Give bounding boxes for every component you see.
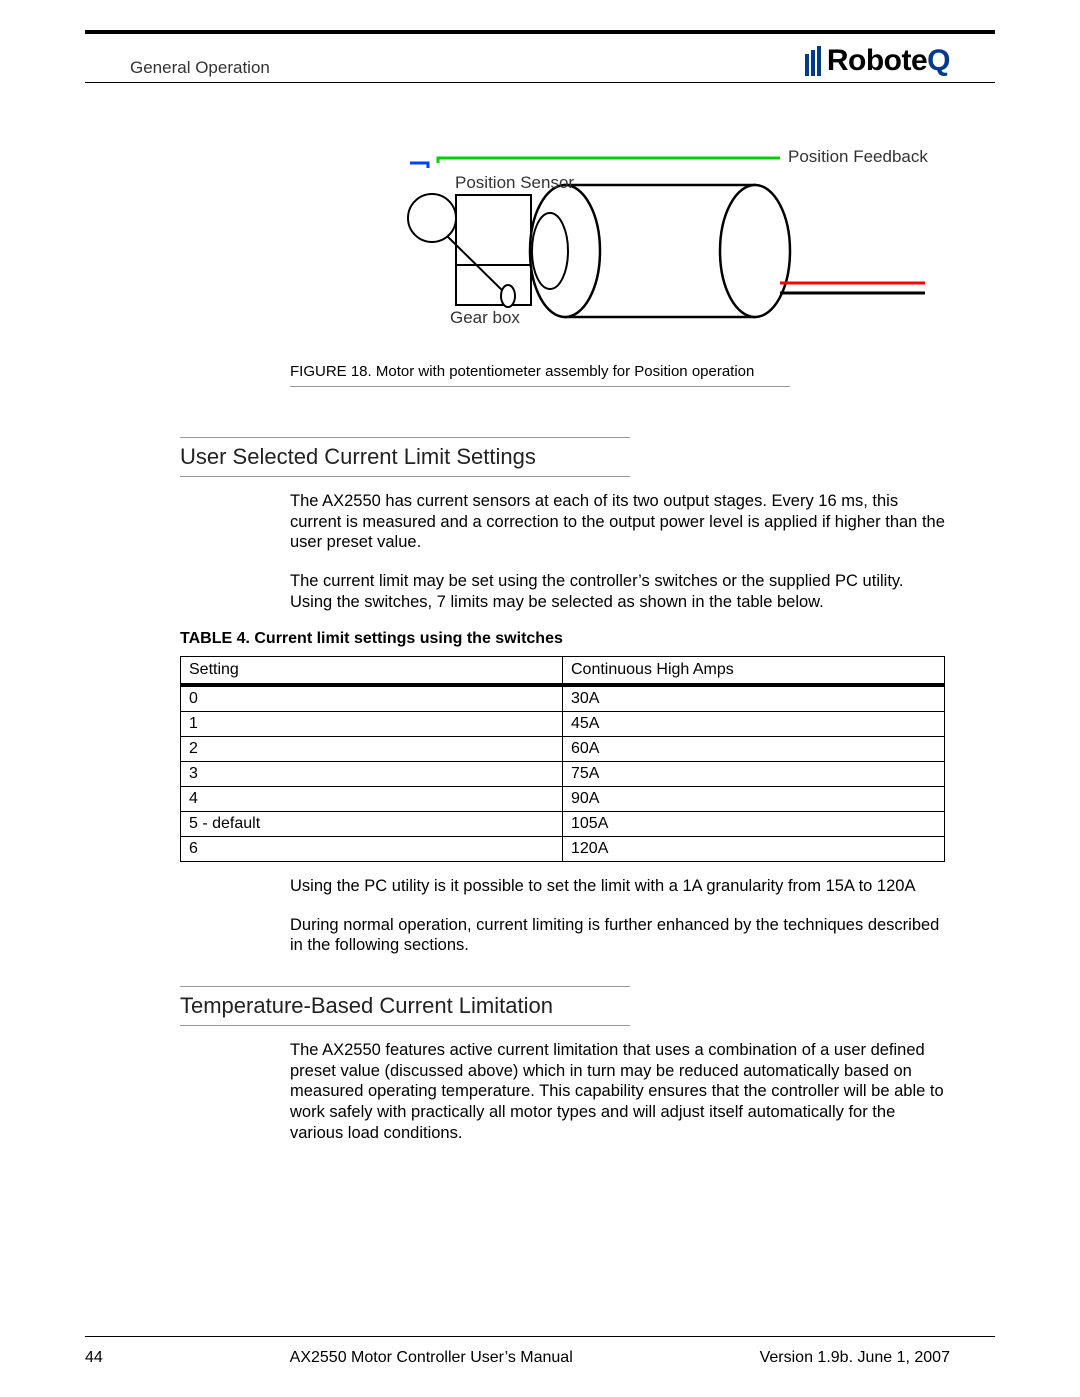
section-body: The AX2550 features active current limit… [290, 1040, 950, 1143]
cell-setting: 2 [181, 737, 563, 762]
figure-label-feedback: Position Feedback [788, 147, 928, 167]
section-rule [180, 437, 630, 438]
table-row: 5 - default105A [181, 812, 945, 837]
section-title: User Selected Current Limit Settings [180, 444, 950, 470]
page-header: General Operation RoboteQ [85, 44, 995, 78]
cell-setting: 6 [181, 837, 563, 862]
table-row: 6120A [181, 837, 945, 862]
cell-amps: 30A [563, 685, 945, 712]
brand-name: RoboteQ [827, 44, 950, 78]
table-row: 030A [181, 685, 945, 712]
table-header-row: Setting Continuous High Amps [181, 657, 945, 686]
paragraph: The AX2550 features active current limit… [290, 1040, 950, 1143]
section-body: Using the PC utility is it possible to s… [290, 876, 950, 956]
cell-amps: 45A [563, 712, 945, 737]
paragraph: The current limit may be set using the c… [290, 571, 950, 612]
cell-amps: 105A [563, 812, 945, 837]
motor-diagram: Position Sensor Position Feedback Gear b… [350, 153, 930, 353]
table-header-amps: Continuous High Amps [563, 657, 945, 686]
cell-amps: 120A [563, 837, 945, 862]
page-number: 44 [85, 1349, 103, 1367]
section-temperature: Temperature-Based Current Limitation The… [180, 986, 950, 1143]
doc-version: Version 1.9b. June 1, 2007 [760, 1349, 950, 1367]
paragraph: During normal operation, current limitin… [290, 915, 950, 956]
page-footer: 44 AX2550 Motor Controller User’s Manual… [85, 1336, 995, 1367]
section-rule [180, 476, 630, 477]
footer-row: 44 AX2550 Motor Controller User’s Manual… [85, 1349, 995, 1367]
paragraph: The AX2550 has current sensors at each o… [290, 491, 950, 553]
figure-18: Position Sensor Position Feedback Gear b… [350, 153, 930, 387]
logo-bars-icon [805, 46, 821, 76]
table-caption: TABLE 4. Current limit settings using th… [180, 630, 950, 648]
section-rule [180, 1025, 630, 1026]
table-row: 490A [181, 787, 945, 812]
motor-diagram-svg [350, 153, 930, 353]
top-rule-thin [85, 82, 995, 83]
page: General Operation RoboteQ [85, 30, 995, 1367]
figure-caption-rule [290, 386, 790, 387]
figure-label-sensor: Position Sensor [455, 173, 574, 193]
table-row: 260A [181, 737, 945, 762]
brand-text: Robote [827, 44, 927, 77]
current-limit-table: Setting Continuous High Amps 030A 145A 2… [180, 656, 945, 862]
section-title: Temperature-Based Current Limitation [180, 993, 950, 1019]
section-body: The AX2550 has current sensors at each o… [290, 491, 950, 612]
cell-setting: 5 - default [181, 812, 563, 837]
section-rule [180, 986, 630, 987]
top-rule-thick [85, 30, 995, 34]
table-row: 375A [181, 762, 945, 787]
cell-setting: 3 [181, 762, 563, 787]
footer-rule [85, 1336, 995, 1337]
cell-amps: 60A [563, 737, 945, 762]
section-current-limit: User Selected Current Limit Settings The… [180, 437, 950, 956]
brand-logo: RoboteQ [805, 44, 950, 78]
doc-title: AX2550 Motor Controller User’s Manual [290, 1349, 573, 1367]
cell-amps: 75A [563, 762, 945, 787]
cell-amps: 90A [563, 787, 945, 812]
header-section-name: General Operation [130, 58, 270, 78]
cell-setting: 0 [181, 685, 563, 712]
paragraph: Using the PC utility is it possible to s… [290, 876, 950, 897]
cell-setting: 1 [181, 712, 563, 737]
figure-caption: FIGURE 18. Motor with potentiometer asse… [290, 363, 930, 380]
table-header-setting: Setting [181, 657, 563, 686]
figure-label-gearbox: Gear box [450, 308, 520, 328]
cell-setting: 4 [181, 787, 563, 812]
brand-suffix: Q [927, 44, 950, 77]
table-row: 145A [181, 712, 945, 737]
